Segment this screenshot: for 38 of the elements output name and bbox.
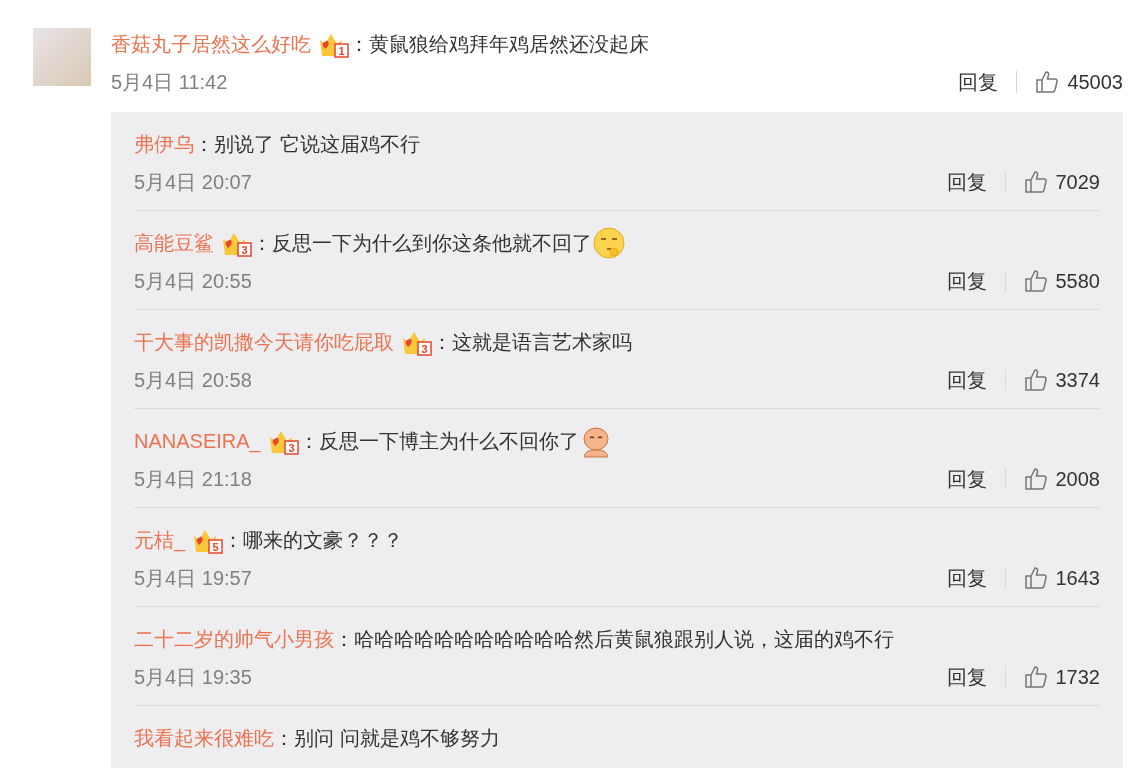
like-button[interactable]: 2008: [1023, 467, 1100, 491]
thumbs-up-icon: [1023, 566, 1048, 590]
thumbs-up-icon: [1023, 665, 1048, 689]
comment-time: 5月4日 20:07: [134, 169, 253, 195]
like-button[interactable]: 7029: [1023, 170, 1100, 194]
comment-text: ：哈哈哈哈哈哈哈哈哈哈哈然后黄鼠狼跟别人说，这届的鸡不行: [334, 626, 894, 652]
like-button[interactable]: 5580: [1023, 269, 1100, 293]
thumbs-up-icon: [1023, 368, 1048, 392]
comment-text: ：哪来的文豪？？？: [223, 527, 404, 553]
thumbs-up-icon: [1023, 467, 1048, 491]
thumbs-up-icon: [1035, 70, 1060, 94]
reply-button[interactable]: 回复: [958, 68, 999, 96]
comment-text: ：别问 问就是鸡不够努力: [274, 725, 500, 751]
reply-button[interactable]: 回复: [946, 168, 987, 196]
comment-time: 5月4日 19:57: [134, 565, 253, 591]
like-button[interactable]: 1732: [1023, 665, 1100, 689]
comment-time: 5月4日 21:18: [134, 466, 253, 492]
comment-time: 5月4日 20:55: [134, 268, 253, 294]
comment-time: 5月4日 11:42: [111, 69, 229, 95]
reply-button[interactable]: 回复: [946, 465, 987, 493]
reply-button[interactable]: 回复: [946, 366, 987, 394]
comment-text: ：反思一下为什么到你这条他就不回了: [252, 230, 592, 256]
reply-button[interactable]: 回复: [946, 564, 987, 592]
comment-time: 5月4日 20:58: [134, 367, 253, 393]
like-button[interactable]: 45003: [1035, 70, 1123, 94]
comment-time: 5月4日 19:35: [134, 664, 253, 690]
thumbs-up-icon: [1023, 269, 1048, 293]
comment-text: ：黄鼠狼给鸡拜年鸡居然还没起床: [349, 31, 649, 57]
shushing-face-emoji-icon: [592, 226, 626, 260]
avatar-photo-placeholder: [33, 28, 91, 86]
comment-text: ：反思一下博主为什么不回你了: [298, 428, 579, 454]
thumbs-up-icon: [1023, 170, 1048, 194]
reply-button[interactable]: 回复: [946, 267, 987, 295]
reply-button[interactable]: 回复: [946, 663, 987, 691]
comment-text: ：这就是语言艺术家吗: [432, 329, 632, 355]
comment-text: ：别说了 它说这届鸡不行: [194, 131, 420, 157]
like-button[interactable]: 3374: [1023, 368, 1100, 392]
like-button[interactable]: 1643: [1023, 566, 1100, 590]
